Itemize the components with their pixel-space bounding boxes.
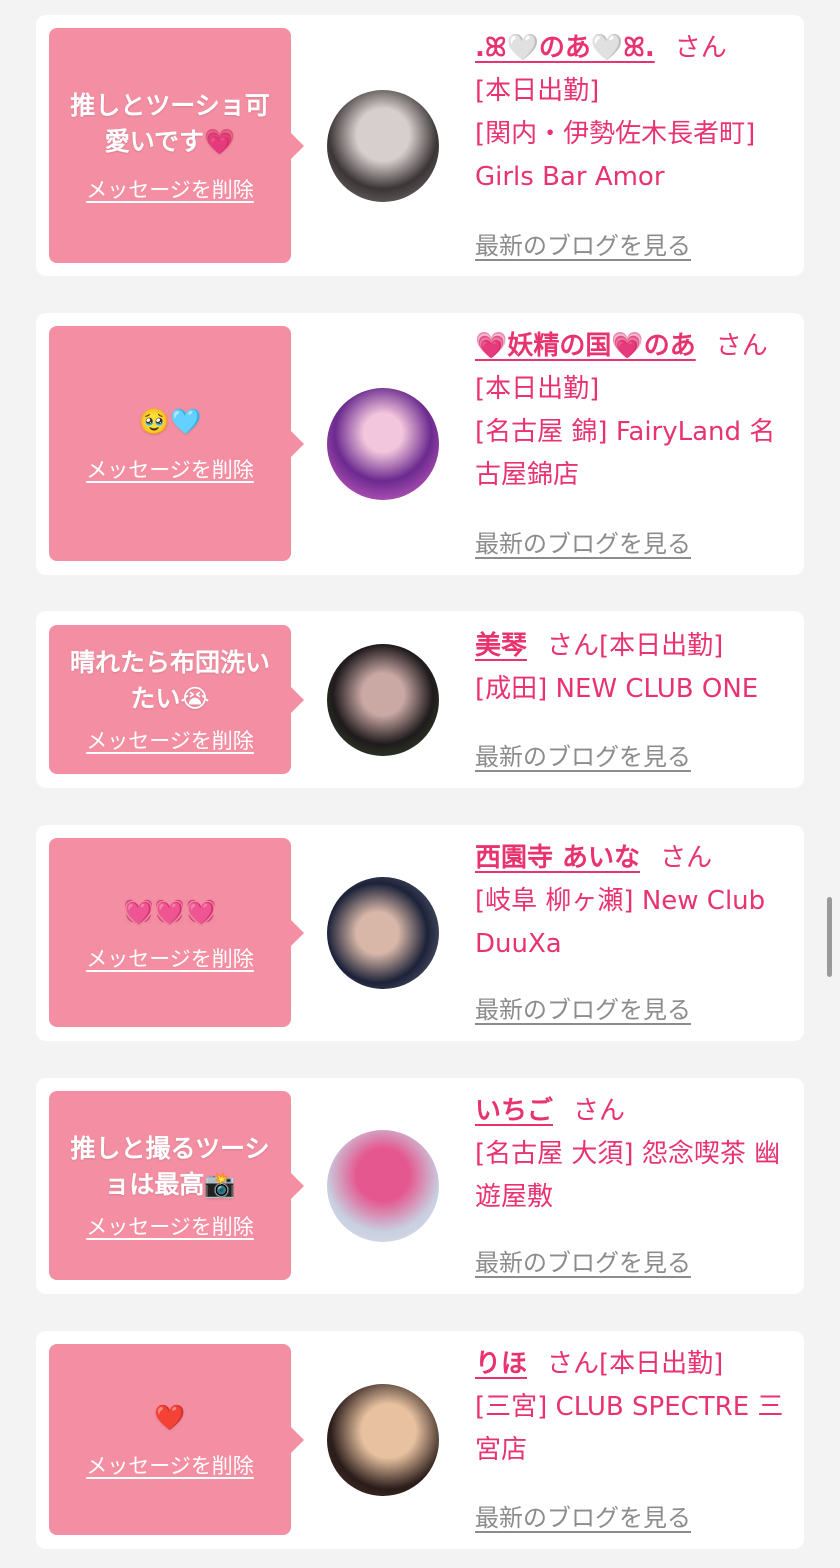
- cast-info: いちご さん [名古屋 大須] 怨念喫茶 幽遊屋敷: [475, 1090, 790, 1219]
- shop-name: [三宮] CLUB SPECTRE 三宮店: [475, 1392, 784, 1465]
- message-bubble: 推しと撮るツーショは最高📸 メッセージを削除: [49, 1091, 304, 1280]
- shop-name: [名古屋 錦] FairyLand 名古屋錦店: [475, 417, 776, 490]
- message-text: 💓💓💓: [123, 895, 217, 925]
- message-bubble: 💓💓💓 メッセージを削除: [49, 838, 304, 1027]
- cast-info: りほ さん[本日出勤] [三宮] CLUB SPECTRE 三宮店: [475, 1343, 790, 1472]
- avatar[interactable]: [327, 877, 439, 989]
- message-card: 推しとツーショ可愛いです💗 メッセージを削除 .ꕤ🤍のあ🤍ꕤ. さん [本日出勤]…: [36, 15, 804, 276]
- latest-blog-link[interactable]: 最新のブログを見る: [475, 990, 691, 1025]
- message-card: 晴れたら布団洗いたい😭 メッセージを削除 美琴 さん[本日出勤] [成田] NEW…: [36, 611, 804, 788]
- cast-name-link[interactable]: 💗妖精の国💗のあ: [475, 331, 696, 361]
- cast-name-link[interactable]: 西園寺 あいな: [475, 843, 640, 873]
- avatar[interactable]: [327, 644, 439, 756]
- scrollbar[interactable]: [827, 897, 832, 977]
- cast-info: 西園寺 あいな さん [岐阜 柳ヶ瀬] New Club DuuXa: [475, 837, 790, 966]
- avatar[interactable]: [327, 1130, 439, 1242]
- latest-blog-link[interactable]: 最新のブログを見る: [475, 1243, 691, 1278]
- status-badge: [本日出勤]: [475, 76, 600, 106]
- message-text: ❤️: [154, 1402, 186, 1432]
- delete-message-link[interactable]: メッセージを削除: [86, 1450, 254, 1480]
- delete-message-link[interactable]: メッセージを削除: [86, 943, 254, 973]
- cast-info: 美琴 さん[本日出勤] [成田] NEW CLUB ONE: [475, 625, 790, 711]
- message-text: 🥹🩵: [138, 406, 202, 436]
- status-badge: [本日出勤]: [599, 1349, 724, 1379]
- delete-message-link[interactable]: メッセージを削除: [86, 454, 254, 484]
- message-bubble: 🥹🩵 メッセージを削除: [49, 326, 304, 561]
- cast-name-link[interactable]: りほ: [475, 1349, 527, 1379]
- status-badge: [本日出勤]: [475, 374, 600, 404]
- shop-name: [岐阜 柳ヶ瀬] New Club DuuXa: [475, 886, 766, 959]
- message-card: ❤️ メッセージを削除 りほ さん[本日出勤] [三宮] CLUB SPECTRE…: [36, 1331, 804, 1549]
- honorific: さん: [547, 1349, 600, 1379]
- honorific: さん: [660, 843, 713, 873]
- avatar[interactable]: [327, 388, 439, 500]
- latest-blog-link[interactable]: 最新のブログを見る: [475, 524, 691, 559]
- message-card: 🥹🩵 メッセージを削除 💗妖精の国💗のあ さん [本日出勤] [名古屋 錦] Fai…: [36, 313, 804, 575]
- latest-blog-link[interactable]: 最新のブログを見る: [475, 226, 691, 261]
- cast-info: 💗妖精の国💗のあ さん [本日出勤] [名古屋 錦] FairyLand 名古屋錦店: [475, 325, 790, 497]
- delete-message-link[interactable]: メッセージを削除: [86, 725, 254, 755]
- honorific: さん: [715, 331, 768, 361]
- cast-name-link[interactable]: いちご: [475, 1096, 553, 1126]
- avatar[interactable]: [327, 1384, 439, 1496]
- delete-message-link[interactable]: メッセージを削除: [86, 174, 254, 204]
- cast-name-link[interactable]: 美琴: [475, 631, 527, 661]
- latest-blog-link[interactable]: 最新のブログを見る: [475, 737, 691, 772]
- message-bubble: ❤️ メッセージを削除: [49, 1344, 304, 1535]
- delete-message-link[interactable]: メッセージを削除: [86, 1211, 254, 1241]
- honorific: さん: [573, 1096, 626, 1126]
- message-text: 推しと撮るツーショは最高📸: [70, 1133, 270, 1199]
- message-text: 晴れたら布団洗いたい😭: [69, 647, 270, 713]
- latest-blog-link[interactable]: 最新のブログを見る: [475, 1498, 691, 1533]
- honorific: さん: [547, 631, 600, 661]
- avatar[interactable]: [327, 90, 439, 202]
- message-card: 💓💓💓 メッセージを削除 西園寺 あいな さん [岐阜 柳ヶ瀬] New Club…: [36, 825, 804, 1041]
- cast-name-link[interactable]: .ꕤ🤍のあ🤍ꕤ.: [475, 33, 655, 63]
- shop-name: [名古屋 大須] 怨念喫茶 幽遊屋敷: [475, 1139, 781, 1212]
- message-bubble: 推しとツーショ可愛いです💗 メッセージを削除: [49, 28, 304, 263]
- message-text: 推しとツーショ可愛いです💗: [70, 90, 270, 156]
- shop-name: [関内・伊勢佐木長者町] Girls Bar Amor: [475, 119, 756, 192]
- message-bubble: 晴れたら布団洗いたい😭 メッセージを削除: [49, 625, 304, 774]
- status-badge: [本日出勤]: [599, 631, 724, 661]
- honorific: さん: [674, 33, 727, 63]
- message-card: 推しと撮るツーショは最高📸 メッセージを削除 いちご さん [名古屋 大須] 怨念…: [36, 1078, 804, 1294]
- shop-name: [成田] NEW CLUB ONE: [475, 674, 759, 704]
- cast-info: .ꕤ🤍のあ🤍ꕤ. さん [本日出勤] [関内・伊勢佐木長者町] Girls Bar…: [475, 27, 790, 199]
